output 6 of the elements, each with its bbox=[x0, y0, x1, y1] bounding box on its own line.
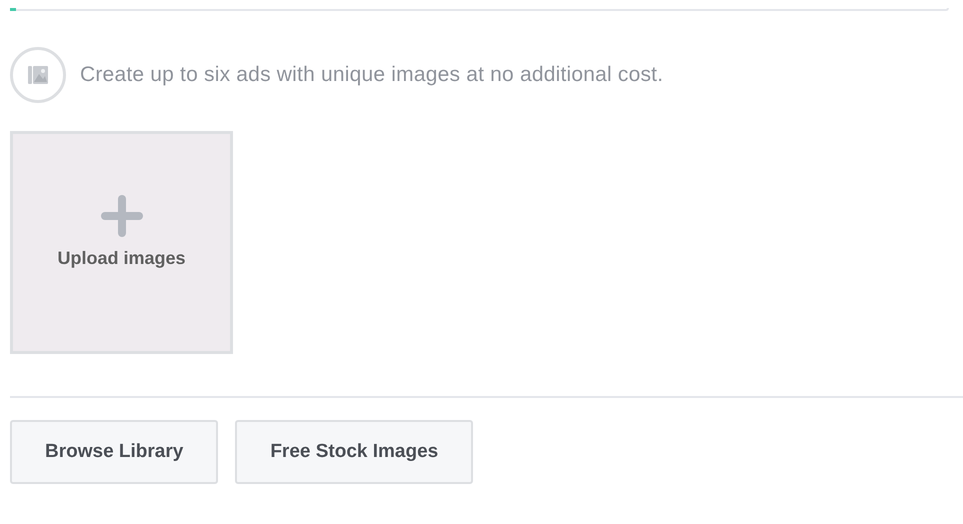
plus-icon bbox=[98, 193, 144, 239]
action-button[interactable]: Browse Library bbox=[10, 420, 218, 484]
upload-tile[interactable]: Upload images bbox=[10, 131, 233, 354]
action-button[interactable]: Free Stock Images bbox=[235, 420, 474, 484]
image-icon bbox=[10, 47, 66, 103]
info-text: Create up to six ads with unique images at no additional cost. bbox=[80, 62, 664, 88]
